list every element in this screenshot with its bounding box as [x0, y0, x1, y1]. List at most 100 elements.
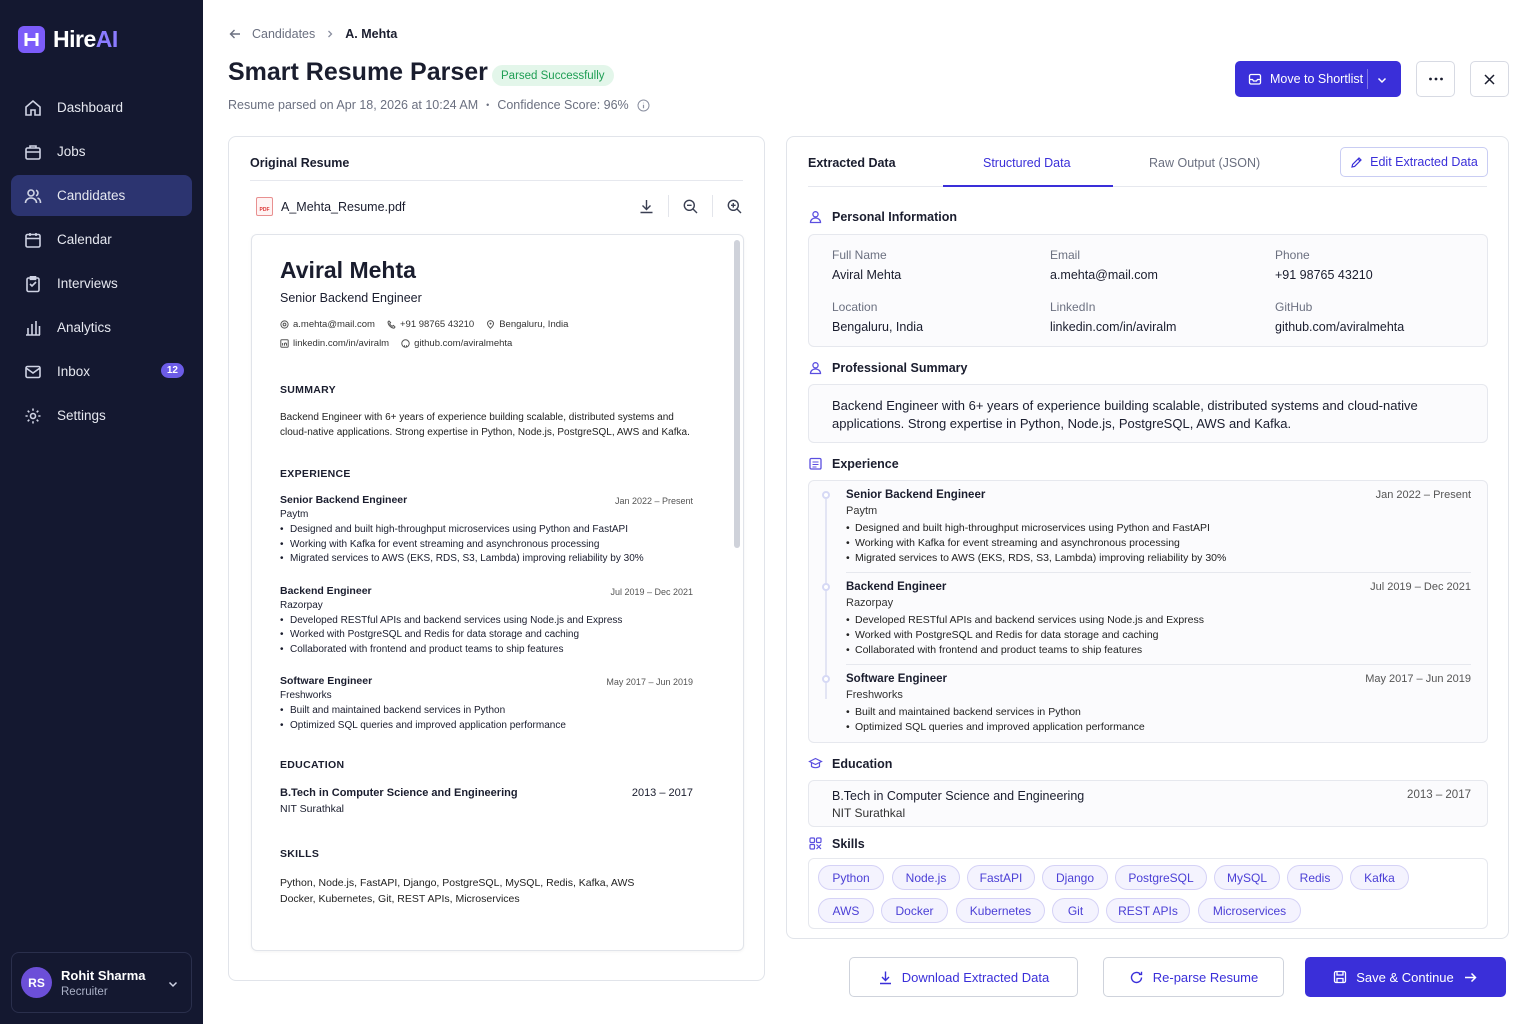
inbox-count-badge: 12: [160, 363, 184, 378]
brand-logo[interactable]: HireAI: [18, 26, 118, 53]
skill-chip[interactable]: Docker: [881, 898, 948, 923]
field-full-name[interactable]: Full Name Aviral Mehta: [832, 248, 901, 282]
sidebar-item-analytics[interactable]: Analytics: [11, 307, 192, 348]
job-bullet: Worked with PostgreSQL and Redis for dat…: [846, 628, 1471, 643]
close-button[interactable]: [1470, 61, 1509, 97]
chevron-down-icon[interactable]: [1376, 74, 1388, 86]
field-linkedin[interactable]: LinkedIn linkedin.com/in/aviralm: [1050, 300, 1176, 334]
edit-extracted-data-button[interactable]: Edit Extracted Data: [1340, 147, 1488, 177]
experience-item[interactable]: Backend Engineer Jul 2019 – Dec 2021 Raz…: [846, 581, 1471, 658]
sidebar-item-jobs[interactable]: Jobs: [11, 131, 192, 172]
resume-job: Senior Backend Engineer Jan 2022 – Prese…: [280, 494, 693, 567]
field-phone[interactable]: Phone +91 98765 43210: [1275, 248, 1373, 282]
job-company: Freshworks: [846, 689, 903, 701]
experience-item[interactable]: Senior Backend Engineer Jan 2022 – Prese…: [846, 489, 1471, 566]
resume-job: Backend Engineer Jul 2019 – Dec 2021 Raz…: [280, 585, 693, 658]
job-bullet: Designed and built high-throughput micro…: [280, 523, 693, 538]
download-label: Download Extracted Data: [901, 969, 1050, 985]
parsed-timestamp: Resume parsed on Apr 18, 2026 at 10:24 A…: [228, 98, 479, 112]
breadcrumb-candidates-link[interactable]: Candidates: [252, 27, 315, 41]
briefcase-icon: [808, 456, 823, 471]
download-icon: [879, 971, 891, 984]
scrollbar[interactable]: [734, 240, 740, 548]
skills-line: Docker, Kubernetes, Git, REST APIs, Micr…: [280, 893, 520, 905]
reparse-resume-button[interactable]: Re-parse Resume: [1103, 957, 1284, 997]
briefcase-icon: [25, 144, 41, 160]
divider: [846, 664, 1471, 665]
field-github[interactable]: GitHub github.com/aviralmehta: [1275, 300, 1404, 334]
skill-chip[interactable]: FastAPI: [967, 865, 1035, 890]
more-options-button[interactable]: [1416, 61, 1455, 97]
job-bullet: Developed RESTful APIs and backend servi…: [280, 614, 693, 629]
summary-card[interactable]: Backend Engineer with 6+ years of experi…: [808, 384, 1488, 443]
resume-phone: +91 98765 43210: [399, 319, 475, 330]
job-bullet: Migrated services to AWS (EKS, RDS, S3, …: [280, 552, 693, 567]
download-icon[interactable]: [638, 198, 655, 215]
zoom-in-icon[interactable]: [726, 198, 743, 215]
sidebar-item-interviews[interactable]: Interviews: [11, 263, 192, 304]
download-extracted-data-button[interactable]: Download Extracted Data: [849, 957, 1078, 997]
sidebar-item-calendar[interactable]: Calendar: [11, 219, 192, 260]
experience-heading: Experience: [808, 456, 899, 471]
field-label: Phone: [1275, 248, 1310, 262]
field-value: Aviral Mehta: [832, 268, 902, 282]
skills-card: Python Node.js FastAPI Django PostgreSQL…: [808, 858, 1488, 929]
section-title: Professional Summary: [832, 360, 968, 375]
skill-chip[interactable]: Python: [818, 865, 884, 890]
user-icon: [808, 209, 823, 224]
skill-chip[interactable]: Git: [1052, 898, 1099, 923]
move-to-shortlist-label: Move to Shortlist: [1270, 72, 1364, 86]
skill-chip[interactable]: Kubernetes: [956, 898, 1045, 923]
experience-card: Senior Backend Engineer Jan 2022 – Prese…: [808, 480, 1488, 743]
job-dates: Jul 2019 – Dec 2021: [1370, 581, 1471, 593]
sidebar-item-inbox[interactable]: Inbox 12: [11, 351, 192, 392]
field-email[interactable]: Email a.mehta@mail.com: [1050, 248, 1158, 282]
resume-linkedin: linkedin.com/in/aviralm: [293, 338, 390, 349]
skill-chip[interactable]: MySQL: [1214, 865, 1280, 890]
skill-chip[interactable]: Microservices: [1198, 898, 1301, 923]
resume-role: Senior Backend Engineer: [280, 291, 422, 305]
job-bullet: Built and maintained backend services in…: [846, 705, 1471, 720]
experience-item[interactable]: Software Engineer May 2017 – Jun 2019 Fr…: [846, 673, 1471, 735]
sidebar: HireAI Dashboard Jobs Candidates Calenda…: [0, 0, 203, 1024]
info-icon[interactable]: [637, 99, 650, 112]
resume-skills-heading: SKILLS: [280, 848, 320, 860]
save-and-continue-button[interactable]: Save & Continue: [1305, 957, 1506, 997]
resume-job: Software Engineer May 2017 – Jun 2019 Fr…: [280, 675, 693, 733]
education-card[interactable]: B.Tech in Computer Science and Engineeri…: [808, 780, 1488, 827]
original-resume-panel: Original Resume PDF A_Mehta_Resume.pdf A…: [228, 136, 765, 981]
skill-chip[interactable]: AWS: [818, 898, 874, 923]
skill-chip[interactable]: Django: [1042, 865, 1108, 890]
user-menu[interactable]: RS Rohit Sharma Recruiter: [11, 952, 192, 1013]
skill-chip[interactable]: Kafka: [1350, 865, 1409, 890]
tab-structured-data[interactable]: Structured Data: [983, 156, 1071, 170]
resume-experience-heading: EXPERIENCE: [280, 468, 351, 480]
move-to-shortlist-button[interactable]: Move to Shortlist: [1235, 61, 1401, 97]
divider: [808, 186, 1487, 187]
skill-chip[interactable]: Redis: [1287, 865, 1343, 890]
arrow-left-icon[interactable]: [228, 27, 242, 41]
resume-location: Bengaluru, India: [499, 319, 569, 330]
job-company: Paytm: [846, 505, 878, 517]
resume-skills: Python, Node.js, FastAPI, Django, Postgr…: [280, 875, 693, 907]
parse-meta: Resume parsed on Apr 18, 2026 at 10:24 A…: [228, 98, 650, 112]
skill-chip[interactable]: PostgreSQL: [1115, 865, 1207, 890]
skill-chip[interactable]: Node.js: [892, 865, 960, 890]
panel-title: Extracted Data: [808, 156, 896, 170]
button-divider: [1367, 69, 1368, 89]
sidebar-item-settings[interactable]: Settings: [11, 395, 192, 436]
skills-heading: Skills: [808, 836, 865, 851]
home-icon: [25, 99, 41, 116]
zoom-out-icon[interactable]: [682, 198, 699, 215]
sidebar-item-candidates[interactable]: Candidates: [11, 175, 192, 216]
divider: [846, 572, 1471, 573]
resume-preview[interactable]: Aviral Mehta Senior Backend Engineer a.m…: [251, 234, 744, 951]
tab-raw-output-json[interactable]: Raw Output (JSON): [1149, 156, 1260, 170]
field-location[interactable]: Location Bengaluru, India: [832, 300, 923, 334]
resume-document: Aviral Mehta Senior Backend Engineer a.m…: [280, 257, 693, 907]
refresh-icon: [1130, 971, 1142, 983]
field-value: +91 98765 43210: [1275, 268, 1373, 282]
sidebar-nav: Dashboard Jobs Candidates Calendar Inter…: [11, 87, 192, 439]
sidebar-item-dashboard[interactable]: Dashboard: [11, 87, 192, 128]
skill-chip[interactable]: REST APIs: [1106, 898, 1190, 923]
